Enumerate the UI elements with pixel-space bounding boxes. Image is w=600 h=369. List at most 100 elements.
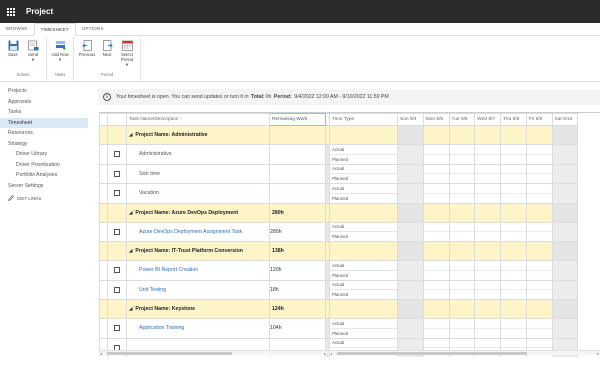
next-button[interactable]: Next (97, 38, 117, 68)
planned-hours-input[interactable] (553, 271, 577, 279)
day-hours-cell[interactable] (448, 163, 476, 184)
row-selector[interactable] (99, 318, 108, 339)
actual-hours-input[interactable] (552, 319, 577, 329)
row-selector[interactable] (99, 279, 108, 300)
checkbox-cell[interactable] (107, 144, 127, 165)
task-name-cell[interactable]: Vacation (126, 183, 270, 204)
app-launcher-icon[interactable] (0, 0, 22, 23)
row-selector[interactable] (99, 299, 108, 319)
checkbox-cell[interactable] (107, 279, 127, 300)
collapse-caret-icon[interactable]: ◢ (129, 306, 132, 312)
actual-hours-input[interactable] (424, 165, 449, 175)
checkbox-cell[interactable] (107, 260, 127, 281)
day-hours-cell[interactable] (448, 260, 476, 281)
checkbox-cell[interactable] (107, 163, 127, 184)
planned-hours-input[interactable] (476, 271, 500, 279)
day-hours-cell[interactable] (525, 163, 553, 184)
checkbox-cell[interactable] (107, 183, 127, 204)
task-row[interactable]: Power BI Report Creation 120h Actual Planne… (99, 260, 579, 281)
task-name-cell[interactable]: Administrative (126, 144, 270, 165)
project-group-row[interactable]: ◢ Project Name: Administrative (99, 125, 579, 145)
select-period-button[interactable]: Select Period ▾ (117, 38, 137, 68)
planned-hours-input[interactable] (553, 174, 577, 182)
planned-hours-input[interactable] (398, 329, 422, 337)
day-hours-cell[interactable] (422, 221, 450, 242)
day-hours-cell[interactable] (448, 144, 476, 165)
header-day-mon[interactable]: Mon 9/5 (422, 113, 450, 126)
actual-hours-input[interactable] (398, 281, 423, 291)
actual-hours-input[interactable] (398, 184, 423, 194)
row-selector[interactable] (99, 260, 108, 281)
actual-hours-input[interactable] (398, 223, 423, 233)
day-hours-cell[interactable] (448, 279, 476, 300)
nav-item-driver-prioritization[interactable]: Driver Prioritization (0, 160, 96, 171)
planned-hours-input[interactable] (424, 174, 448, 182)
project-name-cell[interactable]: ◢ Project Name: Keystone (126, 299, 270, 319)
nav-item-timesheet[interactable]: Timesheet (0, 117, 88, 128)
collapse-caret-icon[interactable]: ◢ (129, 132, 132, 138)
actual-hours-input[interactable] (552, 184, 577, 194)
actual-hours-input[interactable] (552, 261, 577, 271)
actual-hours-input[interactable] (527, 339, 552, 349)
day-hours-cell[interactable] (397, 163, 424, 184)
row-checkbox[interactable] (114, 228, 120, 235)
save-button[interactable]: Save (3, 38, 23, 68)
header-time-type[interactable]: Time Type (329, 113, 398, 126)
planned-hours-input[interactable] (476, 290, 500, 298)
day-hours-cell[interactable] (474, 318, 501, 339)
project-name-cell[interactable]: ◢ Project Name: IT-Trust Platform Convers… (126, 241, 270, 261)
planned-hours-input[interactable] (527, 194, 551, 202)
planned-hours-input[interactable] (398, 155, 422, 163)
actual-hours-input[interactable] (475, 223, 500, 233)
task-link[interactable]: Azure DevOps Deployment Assignment Task (139, 229, 242, 235)
day-hours-cell[interactable] (525, 183, 553, 204)
scrollbar-thumb[interactable] (107, 352, 232, 355)
planned-hours-input[interactable] (501, 194, 525, 202)
day-hours-cell[interactable] (448, 221, 476, 242)
actual-hours-input[interactable] (475, 339, 500, 349)
scroll-left-icon[interactable]: ◂ (330, 351, 332, 356)
planned-hours-input[interactable] (450, 290, 474, 298)
actual-hours-input[interactable] (527, 281, 552, 291)
edit-links-link[interactable]: EDIT LINKS (0, 195, 96, 201)
day-hours-cell[interactable] (397, 260, 424, 281)
planned-hours-input[interactable] (424, 194, 448, 202)
actual-hours-input[interactable] (475, 281, 500, 291)
checkbox-cell[interactable] (107, 318, 127, 339)
planned-hours-input[interactable] (527, 271, 551, 279)
planned-hours-input[interactable] (424, 329, 448, 337)
nav-item-driver-library[interactable]: Driver Library (0, 149, 96, 160)
nav-item-projects[interactable]: Projects (0, 86, 96, 97)
planned-hours-input[interactable] (424, 155, 448, 163)
actual-hours-input[interactable] (501, 281, 526, 291)
actual-hours-input[interactable] (552, 145, 577, 155)
row-checkbox[interactable] (114, 190, 120, 197)
collapse-caret-icon[interactable]: ◢ (129, 248, 132, 254)
planned-hours-input[interactable] (476, 155, 500, 163)
actual-hours-input[interactable] (501, 145, 526, 155)
day-hours-cell[interactable] (422, 183, 450, 204)
header-task-name[interactable]: Task Name/Description ↑ (126, 113, 270, 126)
actual-hours-input[interactable] (424, 319, 449, 329)
task-row[interactable]: Azure DevOps Deployment Assignment Task 2… (99, 221, 579, 242)
planned-hours-input[interactable] (398, 174, 422, 182)
task-row[interactable]: Sick time Actual Planned (99, 163, 579, 184)
actual-hours-input[interactable] (527, 165, 552, 175)
horizontal-scrollbar-left[interactable]: ◂ ▸ (99, 350, 327, 356)
actual-hours-input[interactable] (475, 165, 500, 175)
planned-hours-input[interactable] (501, 290, 525, 298)
day-hours-cell[interactable] (448, 318, 476, 339)
row-selector[interactable] (99, 241, 108, 261)
row-selector[interactable] (99, 221, 108, 242)
actual-hours-input[interactable] (449, 223, 474, 233)
actual-hours-input[interactable] (527, 261, 552, 271)
header-day-sun[interactable]: Sun 9/4 (397, 113, 424, 126)
header-day-tue[interactable]: Tue 9/6 (448, 113, 476, 126)
day-hours-cell[interactable] (474, 163, 501, 184)
actual-hours-input[interactable] (398, 165, 423, 175)
planned-hours-input[interactable] (527, 329, 551, 337)
actual-hours-input[interactable] (501, 319, 526, 329)
planned-hours-input[interactable] (398, 232, 422, 240)
actual-hours-input[interactable] (449, 145, 474, 155)
day-hours-cell[interactable] (448, 183, 476, 204)
